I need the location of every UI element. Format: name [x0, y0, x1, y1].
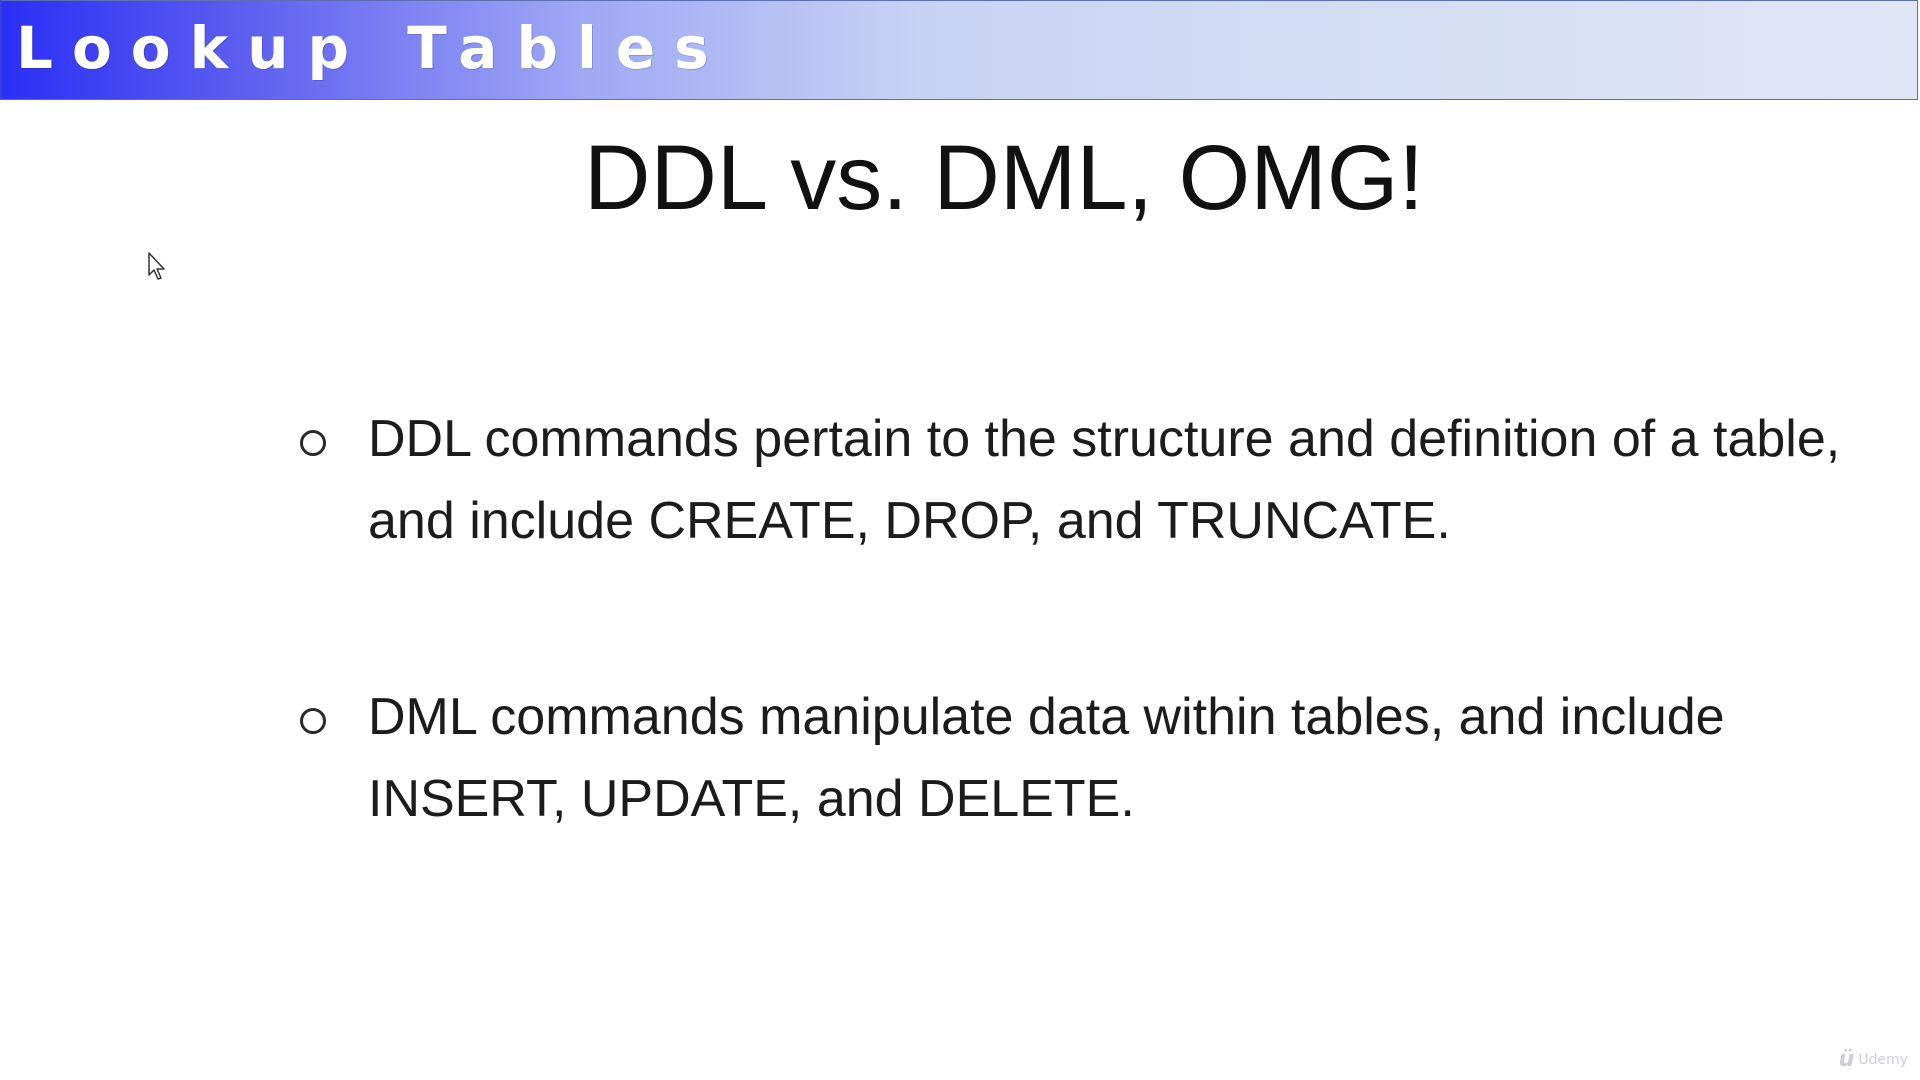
- slide: Lookup Tables DDL vs. DML, OMG! DDL comm…: [0, 0, 1920, 1080]
- udemy-logo-icon: ü: [1838, 1047, 1855, 1072]
- mouse-pointer-icon: [148, 252, 165, 280]
- circle-bullet-icon: [300, 430, 326, 456]
- watermark-text: Udemy: [1858, 1051, 1908, 1068]
- bullet-text-ddl: DDL commands pertain to the structure an…: [368, 410, 1841, 550]
- section-title: Lookup Tables: [16, 14, 728, 82]
- udemy-watermark: ü Udemy: [1839, 1047, 1908, 1072]
- bullet-item-dml: DML commands manipulate data within tabl…: [290, 676, 1850, 840]
- bullet-list: DDL commands pertain to the structure an…: [290, 398, 1850, 840]
- header-band: Lookup Tables: [0, 0, 1918, 100]
- circle-bullet-icon: [300, 708, 326, 734]
- slide-title: DDL vs. DML, OMG!: [584, 127, 1424, 229]
- bullet-text-dml: DML commands manipulate data within tabl…: [368, 688, 1725, 828]
- bullet-item-ddl: DDL commands pertain to the structure an…: [290, 398, 1850, 562]
